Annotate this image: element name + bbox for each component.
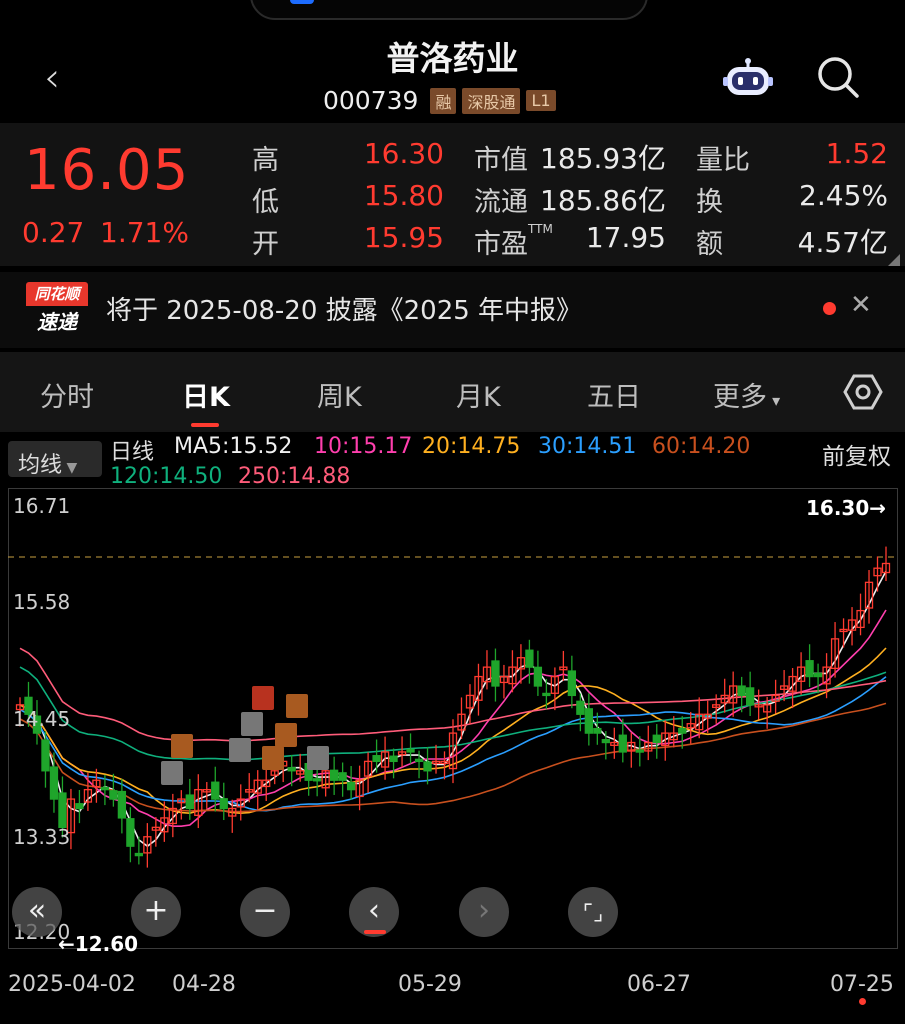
signal-flag: [286, 694, 308, 718]
candle-body: [211, 781, 220, 800]
candle-body: [601, 739, 610, 744]
candle-body: [678, 727, 687, 734]
candle-body: [567, 670, 577, 697]
signal-flag: [252, 686, 274, 710]
candlesticks: [15, 546, 891, 868]
candle-body: [41, 739, 50, 772]
candle-body: [576, 700, 585, 715]
candle-body: [593, 727, 602, 734]
x-label-2: 04-28: [172, 972, 236, 997]
signal-flag: [171, 734, 193, 758]
candle-body: [805, 660, 814, 678]
signal-flag: [161, 761, 183, 785]
candle-body: [406, 748, 415, 753]
y-label-2: 15.58: [13, 590, 71, 614]
candle-body: [542, 692, 551, 697]
signal-flag: [241, 712, 263, 736]
x-label-end: 07-25: [830, 972, 894, 997]
candle-body: [49, 766, 59, 800]
candle-body: [117, 790, 127, 819]
candle-body: [329, 769, 339, 781]
signal-flag: [307, 746, 329, 770]
candle-body: [618, 734, 627, 753]
candle-body: [134, 852, 144, 857]
scroll-right-button[interactable]: ›: [459, 887, 509, 937]
y-label-top: 16.71: [13, 494, 71, 518]
y-label-3: 14.45: [13, 707, 71, 731]
candle-body: [287, 767, 296, 772]
candle-body: [533, 666, 543, 687]
x-label-3: 05-29: [398, 972, 462, 997]
candle-body: [525, 649, 534, 668]
signal-flag: [275, 723, 297, 747]
candle-body: [109, 790, 118, 800]
y-label-4: 13.33: [13, 825, 71, 849]
candle-body: [737, 685, 746, 697]
x-label-start: 2025-04-02: [8, 972, 136, 997]
candle-body: [746, 687, 755, 706]
candle-body: [372, 755, 381, 763]
moving-average-lines: [19, 570, 887, 848]
x-label-4: 06-27: [627, 972, 691, 997]
dividend-marker: [364, 930, 386, 934]
candle-body: [100, 786, 110, 791]
candle-body: [219, 798, 228, 810]
rewind-button[interactable]: «: [12, 887, 62, 937]
candle-body: [414, 758, 424, 763]
candle-body: [313, 778, 322, 782]
high-marker-value: 16.30: [806, 496, 870, 520]
current-date-dot: [859, 998, 866, 1005]
candle-body: [491, 660, 500, 687]
candle-body: [346, 781, 356, 791]
ma5-line: [19, 570, 887, 848]
candle-body: [389, 755, 398, 763]
candle-body: [58, 792, 67, 828]
high-marker: 16.30→: [806, 496, 886, 520]
zoom-out-button[interactable]: −: [240, 887, 290, 937]
fullscreen-button[interactable]: ⌜⌟: [568, 887, 618, 937]
candle-body: [126, 818, 135, 847]
zoom-in-button[interactable]: +: [131, 887, 181, 937]
candle-body: [338, 772, 347, 781]
signal-flag: [262, 746, 284, 770]
kline-chart-canvas: [8, 546, 898, 868]
candle-body: [423, 761, 432, 772]
low-marker: ←12.60: [58, 932, 139, 956]
candle-body: [185, 794, 194, 810]
arrow-right-icon: →: [869, 496, 887, 520]
candle-body: [75, 803, 84, 810]
candle-body: [813, 672, 823, 678]
signal-flag: [229, 738, 251, 762]
candle-body: [584, 708, 593, 734]
candle-body: [635, 749, 644, 753]
candle-body: [652, 734, 661, 744]
